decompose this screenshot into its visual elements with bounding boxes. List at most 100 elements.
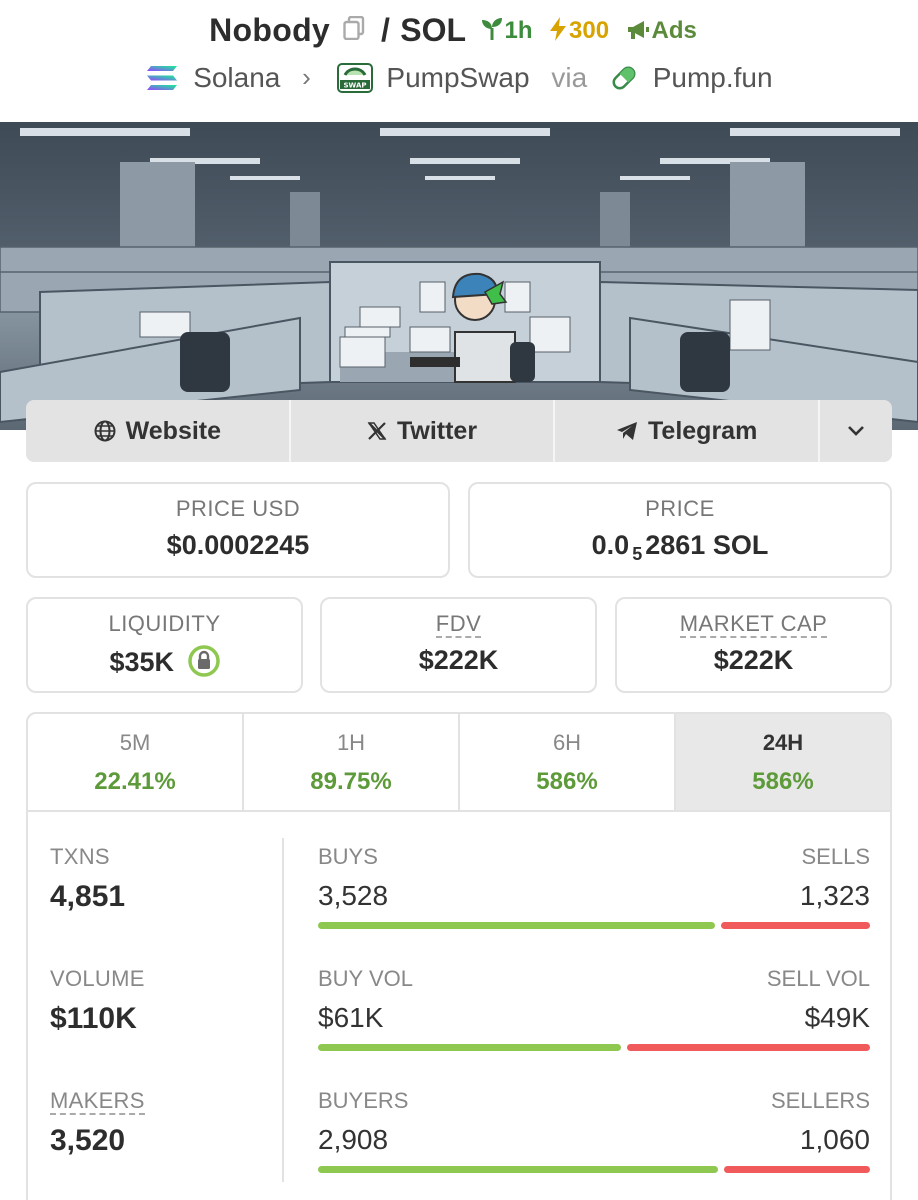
sell-bar <box>724 1166 870 1173</box>
price-usd-value: $0.0002245 <box>166 530 310 560</box>
seedling-icon <box>481 17 502 40</box>
volume-label: VOLUME <box>50 966 145 991</box>
pumpswap-icon: SWAP <box>336 62 373 93</box>
buys-label: BUYS <box>318 844 378 869</box>
price-change: 586% <box>536 768 598 795</box>
ads-badge[interactable]: Ads <box>626 17 697 45</box>
txns-value: 4,851 <box>50 880 126 913</box>
sell-vol-value: $49K <box>804 1002 870 1033</box>
fdv-value: $222K <box>418 645 499 675</box>
buyers-value: 2,908 <box>318 1124 389 1155</box>
liquidity-card: LIQUIDITY $35K <box>26 597 303 693</box>
tab-24h[interactable]: 24H 586% <box>676 714 890 810</box>
liquidity-label: LIQUIDITY <box>108 611 221 636</box>
website-button[interactable]: Website <box>26 400 291 462</box>
lock-icon[interactable] <box>187 645 220 684</box>
solana-icon <box>147 65 178 90</box>
quote-token: SOL <box>400 12 467 48</box>
volume-value: $110K <box>50 1002 137 1035</box>
price-usd-card: PRICE USD $0.0002245 <box>26 482 450 578</box>
token-banner-image <box>0 122 918 430</box>
sellers-label: SELLERS <box>770 1088 870 1113</box>
telegram-button[interactable]: Telegram <box>555 400 821 462</box>
price-change: 89.75% <box>310 768 392 795</box>
chevron-down-icon <box>848 426 864 436</box>
sells-value: 1,323 <box>799 880 870 911</box>
twitter-label: Twitter <box>396 416 478 445</box>
copy-icon[interactable] <box>342 15 365 45</box>
fdv-card: FDV $222K <box>320 597 597 693</box>
market-cap-value: $222K <box>713 645 794 675</box>
buy-bar <box>318 1166 719 1173</box>
tab-5m[interactable]: 5M 22.41% <box>28 714 244 810</box>
buy-bar <box>318 922 715 929</box>
liquidity-value-row: $35K <box>28 645 301 684</box>
tab-label: 5M <box>119 730 151 755</box>
makers-label-text: MAKERS <box>50 1088 145 1115</box>
age-badge-text: 1h <box>504 16 533 44</box>
price-native-label: PRICE <box>645 496 715 521</box>
pair-header: Nobody / SOL 1h 300 Ads <box>0 12 918 56</box>
makers-stat: MAKERS 3,520 <box>50 1088 280 1200</box>
fdv-label[interactable]: FDV <box>322 611 595 638</box>
market-cap-label[interactable]: MARKET CAP <box>617 611 890 638</box>
website-label: Website <box>125 416 222 445</box>
pill-icon <box>612 66 636 90</box>
price-native-digits: 2861 <box>645 530 706 560</box>
ads-badge-text: Ads <box>651 16 697 44</box>
svg-text:SWAP: SWAP <box>343 81 366 89</box>
market-cap-card: MARKET CAP $222K <box>615 597 892 693</box>
buy-vol-label: BUY VOL <box>318 966 413 991</box>
market-cap-label-text: MARKET CAP <box>679 611 828 638</box>
breadcrumb: Solana › SWAP PumpSwap via Pump.fun <box>0 60 918 100</box>
buy-bar <box>318 1044 622 1051</box>
fdv-label-text: FDV <box>435 611 482 638</box>
sells-label: SELLS <box>801 844 871 869</box>
price-change: 586% <box>752 768 814 795</box>
pair-separator: / <box>380 12 390 48</box>
megaphone-icon <box>627 20 649 39</box>
buyers-sellers-row: BUYERS SELLERS 2,908 1,060 <box>318 1088 870 1200</box>
dex-link[interactable]: PumpSwap <box>386 62 529 94</box>
stats-panel: 5M 22.41% 1H 89.75% 6H 586% 24H 586% TXN… <box>26 712 892 1200</box>
tab-1h[interactable]: 1H 89.75% <box>244 714 460 810</box>
age-badge: 1h <box>481 17 533 45</box>
buyers-label: BUYERS <box>318 1088 409 1113</box>
timeframe-tabs: 5M 22.41% 1H 89.75% 6H 586% 24H 586% <box>28 714 890 812</box>
buy-sell-breakdown: BUYS SELLS 3,528 1,323 BUY VOL SELL VOL $61… <box>318 844 870 1200</box>
buys-value: 3,528 <box>318 880 389 911</box>
tab-6h[interactable]: 6H 586% <box>460 714 676 810</box>
liquidity-value: $35K <box>109 647 175 677</box>
tab-label: 6H <box>552 730 582 755</box>
buyers-sellers-bar <box>318 1166 870 1173</box>
twitter-button[interactable]: Twitter <box>291 400 556 462</box>
chain-link[interactable]: Solana <box>193 62 280 94</box>
chevron-right-icon: › <box>302 62 311 93</box>
sell-bar <box>627 1044 870 1051</box>
tab-label: 1H <box>336 730 366 755</box>
makers-label[interactable]: MAKERS <box>50 1088 280 1115</box>
lightning-icon <box>550 16 566 41</box>
volume-split-bar <box>318 1044 870 1051</box>
summary-stats: TXNS 4,851 VOLUME $110K MAKERS 3,520 <box>50 844 280 1200</box>
globe-icon <box>94 420 116 442</box>
price-native-unit: SOL <box>712 530 769 560</box>
volume-stat: VOLUME $110K <box>50 966 280 1088</box>
boost-badge[interactable]: 300 <box>549 16 610 45</box>
launchpad-link[interactable]: Pump.fun <box>653 62 773 94</box>
column-divider <box>282 838 284 1182</box>
buys-sells-row: BUYS SELLS 3,528 1,323 <box>318 844 870 966</box>
tab-label: 24H <box>762 730 804 755</box>
buys-sells-bar <box>318 922 870 929</box>
price-native-card: PRICE 0.0 5 2861 SOL <box>468 482 892 578</box>
price-native-zero-count: 5 <box>632 544 643 564</box>
boost-badge-text: 300 <box>569 16 610 44</box>
sellers-value: 1,060 <box>799 1124 870 1155</box>
sell-vol-label: SELL VOL <box>766 966 870 991</box>
x-logo-icon <box>367 422 387 440</box>
sell-bar <box>720 922 870 929</box>
telegram-icon <box>617 422 638 440</box>
more-links-button[interactable] <box>820 400 892 462</box>
price-usd-label: PRICE USD <box>175 496 301 521</box>
social-links-bar: Website Twitter Telegram <box>26 400 892 462</box>
